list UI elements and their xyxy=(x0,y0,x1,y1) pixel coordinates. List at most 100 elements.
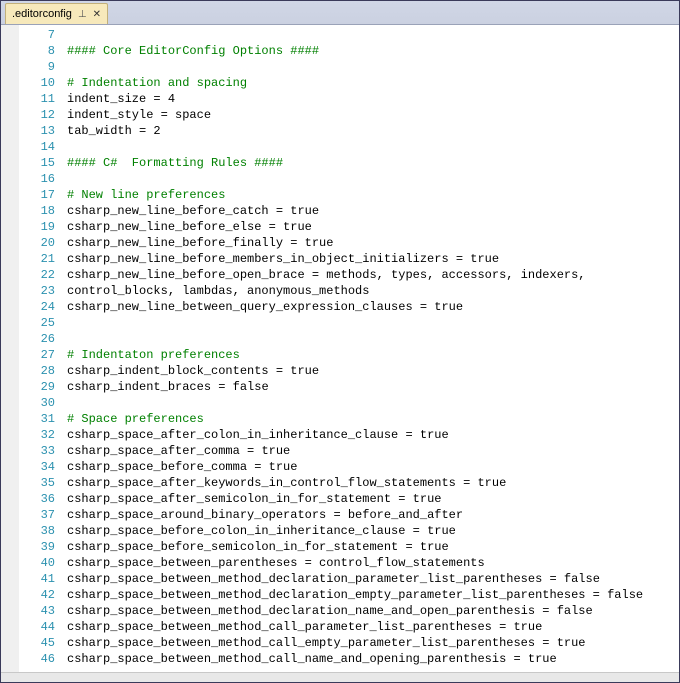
code-token: methods, types, accessors, indexers, xyxy=(326,268,585,282)
code-token: indent_size xyxy=(67,92,146,106)
code-token: csharp_indent_block_contents xyxy=(67,364,269,378)
code-line[interactable]: csharp_space_before_semicolon_in_for_sta… xyxy=(67,539,675,555)
code-line[interactable]: csharp_new_line_before_catch = true xyxy=(67,203,675,219)
line-number: 27 xyxy=(21,347,55,363)
code-token: false xyxy=(233,380,269,394)
line-number: 35 xyxy=(21,475,55,491)
code-line[interactable] xyxy=(67,315,675,331)
code-line[interactable]: csharp_space_after_comma = true xyxy=(67,443,675,459)
code-token: csharp_space_between_method_call_paramet… xyxy=(67,620,492,634)
horizontal-scrollbar[interactable] xyxy=(1,672,679,682)
code-line[interactable]: csharp_space_after_colon_in_inheritance_… xyxy=(67,427,675,443)
code-line[interactable]: csharp_indent_block_contents = true xyxy=(67,363,675,379)
code-line[interactable]: indent_size = 4 xyxy=(67,91,675,107)
line-number: 44 xyxy=(21,619,55,635)
code-token: true xyxy=(557,636,586,650)
code-token: = xyxy=(240,444,262,458)
code-token: = xyxy=(449,252,471,266)
code-line[interactable] xyxy=(67,27,675,43)
code-line[interactable]: csharp_space_before_comma = true xyxy=(67,459,675,475)
line-number: 43 xyxy=(21,603,55,619)
line-number: 12 xyxy=(21,107,55,123)
code-token: = xyxy=(261,220,283,234)
close-icon[interactable]: ✕ xyxy=(93,9,101,20)
code-content[interactable]: #### Core EditorConfig Options #### # In… xyxy=(63,25,679,672)
code-token: = xyxy=(585,588,607,602)
code-line[interactable]: csharp_new_line_before_members_in_object… xyxy=(67,251,675,267)
code-line[interactable]: # Space preferences xyxy=(67,411,675,427)
code-token: false xyxy=(557,604,593,618)
code-token: true xyxy=(413,492,442,506)
code-token: = xyxy=(506,652,528,666)
code-line[interactable]: csharp_space_between_method_declaration_… xyxy=(67,603,675,619)
code-token: csharp_space_between_method_declaration_… xyxy=(67,604,535,618)
code-token: true xyxy=(290,364,319,378)
code-line[interactable]: # Indentaton preferences xyxy=(67,347,675,363)
code-token: #### Core EditorConfig Options #### xyxy=(67,44,319,58)
code-token: csharp_space_between_parentheses xyxy=(67,556,297,570)
code-line[interactable]: csharp_new_line_between_query_expression… xyxy=(67,299,675,315)
code-line[interactable]: csharp_new_line_before_else = true xyxy=(67,219,675,235)
code-line[interactable]: csharp_new_line_before_open_brace = meth… xyxy=(67,267,675,283)
code-line[interactable]: csharp_space_between_method_call_name_an… xyxy=(67,651,675,667)
tab-editorconfig[interactable]: .editorconfig ⊥ ✕ xyxy=(5,3,108,24)
line-number: 39 xyxy=(21,539,55,555)
line-number: 45 xyxy=(21,635,55,651)
code-line[interactable]: # New line preferences xyxy=(67,187,675,203)
code-line[interactable]: csharp_space_between_method_declaration_… xyxy=(67,571,675,587)
line-number: 29 xyxy=(21,379,55,395)
code-token: 4 xyxy=(168,92,175,106)
code-token: csharp_space_after_comma xyxy=(67,444,240,458)
line-number: 18 xyxy=(21,203,55,219)
code-line[interactable]: tab_width = 2 xyxy=(67,123,675,139)
code-line[interactable]: csharp_space_after_keywords_in_control_f… xyxy=(67,475,675,491)
line-number: 19 xyxy=(21,219,55,235)
code-token: # Indentation and spacing xyxy=(67,76,247,90)
code-line[interactable] xyxy=(67,59,675,75)
code-line[interactable] xyxy=(67,331,675,347)
code-token: = xyxy=(535,636,557,650)
code-token: = xyxy=(153,108,175,122)
code-token: = xyxy=(269,204,291,218)
code-line[interactable]: csharp_indent_braces = false xyxy=(67,379,675,395)
tab-bar: .editorconfig ⊥ ✕ xyxy=(1,1,679,25)
code-line[interactable]: #### Core EditorConfig Options #### xyxy=(67,43,675,59)
code-token: true xyxy=(513,620,542,634)
code-line[interactable] xyxy=(67,171,675,187)
code-token: = xyxy=(535,604,557,618)
code-token: false xyxy=(564,572,600,586)
code-line[interactable]: csharp_new_line_before_finally = true xyxy=(67,235,675,251)
editor-area[interactable]: 7891011121314151617181920212223242526272… xyxy=(1,25,679,672)
code-token: = xyxy=(283,236,305,250)
code-line[interactable]: indent_style = space xyxy=(67,107,675,123)
code-line[interactable]: csharp_space_after_semicolon_in_for_stat… xyxy=(67,491,675,507)
code-line[interactable]: csharp_space_around_binary_operators = b… xyxy=(67,507,675,523)
code-line[interactable]: csharp_space_before_colon_in_inheritance… xyxy=(67,523,675,539)
code-token: csharp_new_line_before_open_brace xyxy=(67,268,305,282)
code-line[interactable]: csharp_space_between_method_declaration_… xyxy=(67,587,675,603)
line-number-gutter: 7891011121314151617181920212223242526272… xyxy=(19,25,63,672)
code-token: indent_style xyxy=(67,108,153,122)
pin-icon[interactable]: ⊥ xyxy=(78,9,87,20)
code-line[interactable]: csharp_space_between_method_call_paramet… xyxy=(67,619,675,635)
code-token: # Space preferences xyxy=(67,412,204,426)
code-token: = xyxy=(405,524,427,538)
code-token: csharp_space_before_colon_in_inheritance… xyxy=(67,524,405,538)
line-number: 21 xyxy=(21,251,55,267)
code-line[interactable]: # Indentation and spacing xyxy=(67,75,675,91)
code-line[interactable]: control_blocks, lambdas, anonymous_metho… xyxy=(67,283,675,299)
code-token: = xyxy=(305,268,327,282)
code-line[interactable]: csharp_space_between_method_call_empty_p… xyxy=(67,635,675,651)
code-token: csharp_new_line_before_catch xyxy=(67,204,269,218)
code-token: = xyxy=(492,620,514,634)
code-token: true xyxy=(427,524,456,538)
code-line[interactable]: csharp_space_between_parentheses = contr… xyxy=(67,555,675,571)
code-line[interactable]: #### C# Formatting Rules #### xyxy=(67,155,675,171)
code-line[interactable] xyxy=(67,139,675,155)
code-line[interactable] xyxy=(67,395,675,411)
line-number: 23 xyxy=(21,283,55,299)
code-token: csharp_space_before_comma xyxy=(67,460,247,474)
code-token: = xyxy=(456,476,478,490)
line-number: 34 xyxy=(21,459,55,475)
code-token: true xyxy=(305,236,334,250)
